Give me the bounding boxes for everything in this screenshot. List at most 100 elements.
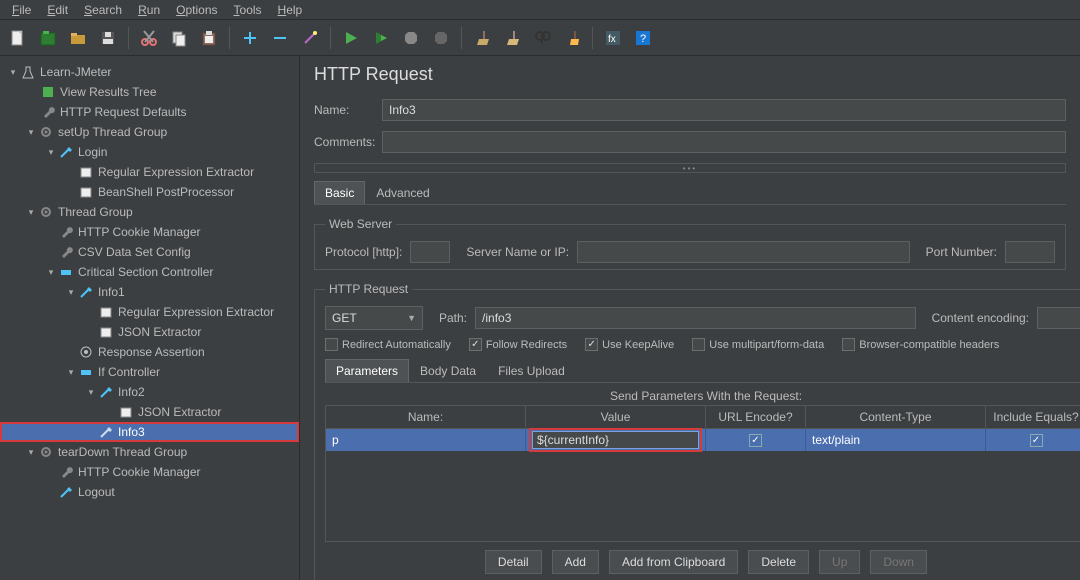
menu-options[interactable]: Options (168, 1, 225, 19)
cell-value[interactable] (526, 429, 706, 451)
server-field[interactable] (577, 241, 910, 263)
name-field[interactable] (382, 99, 1066, 121)
th-value[interactable]: Value (526, 406, 706, 428)
extractor-icon (78, 164, 94, 180)
method-select[interactable]: GET▼ (325, 306, 423, 330)
chk-keepalive[interactable]: Use KeepAlive (585, 338, 674, 351)
tree-csv-config[interactable]: CSV Data Set Config (0, 242, 299, 262)
tree-json-extractor-1[interactable]: JSON Extractor (0, 322, 299, 342)
tree-json-extractor-2[interactable]: JSON Extractor (0, 402, 299, 422)
gear-icon (38, 444, 54, 460)
tab-advanced[interactable]: Advanced (365, 181, 440, 204)
comments-field[interactable] (382, 131, 1066, 153)
add-button[interactable]: Add (552, 550, 599, 574)
cell-content-type[interactable]: text/plain (806, 429, 986, 451)
th-content-type[interactable]: Content-Type (806, 406, 986, 428)
brush-icon[interactable] (560, 26, 584, 50)
delete-button[interactable]: Delete (748, 550, 809, 574)
help-icon[interactable]: ? (631, 26, 655, 50)
tab-parameters[interactable]: Parameters (325, 359, 409, 382)
tree-setup-group[interactable]: ▾setUp Thread Group (0, 122, 299, 142)
chk-redirect-auto[interactable]: Redirect Automatically (325, 338, 451, 351)
th-name[interactable]: Name: (326, 406, 526, 428)
cell-include-equals[interactable] (986, 429, 1080, 451)
menu-file[interactable]: File (4, 1, 39, 19)
th-url-encode[interactable]: URL Encode? (706, 406, 806, 428)
play-icon[interactable] (339, 26, 363, 50)
encoding-field[interactable] (1037, 307, 1080, 329)
tree-if-controller[interactable]: ▾If Controller (0, 362, 299, 382)
tree-info2[interactable]: ▾Info2 (0, 382, 299, 402)
cell-url-encode[interactable] (706, 429, 806, 451)
tree-root[interactable]: ▾Learn-JMeter (0, 62, 299, 82)
port-field[interactable] (1005, 241, 1055, 263)
up-button[interactable]: Up (819, 550, 860, 574)
menu-help[interactable]: Help (270, 1, 311, 19)
tree-http-defaults[interactable]: HTTP Request Defaults (0, 102, 299, 122)
wand-icon[interactable] (298, 26, 322, 50)
tree-teardown-group[interactable]: ▾tearDown Thread Group (0, 442, 299, 462)
menubar: File Edit Search Run Options Tools Help (0, 0, 1080, 20)
tree-cookie-mgr-1[interactable]: HTTP Cookie Manager (0, 222, 299, 242)
plus-icon[interactable] (238, 26, 262, 50)
cell-name[interactable]: p (326, 429, 526, 451)
tab-files-upload[interactable]: Files Upload (487, 359, 576, 382)
path-field[interactable] (475, 307, 916, 329)
copy-icon[interactable] (167, 26, 191, 50)
port-label: Port Number: (926, 245, 997, 259)
play-noTimers-icon[interactable] (369, 26, 393, 50)
checkbox-icon (842, 338, 855, 351)
tree-view-results[interactable]: View Results Tree (0, 82, 299, 102)
sampler-icon (98, 424, 114, 440)
tab-basic[interactable]: Basic (314, 181, 365, 204)
tree-beanshell[interactable]: BeanShell PostProcessor (0, 182, 299, 202)
chk-follow-redirects[interactable]: Follow Redirects (469, 338, 567, 351)
tree-regex-extractor-1[interactable]: Regular Expression Extractor (0, 162, 299, 182)
save-icon[interactable] (96, 26, 120, 50)
collapse-handle[interactable]: ••• (314, 163, 1066, 173)
add-from-clipboard-button[interactable]: Add from Clipboard (609, 550, 738, 574)
shutdown-icon[interactable] (429, 26, 453, 50)
cut-icon[interactable] (137, 26, 161, 50)
cell-value-input[interactable] (532, 431, 699, 449)
broom2-icon[interactable] (500, 26, 524, 50)
tab-body-data[interactable]: Body Data (409, 359, 487, 382)
paste-icon[interactable] (197, 26, 221, 50)
tree-info1[interactable]: ▾Info1 (0, 282, 299, 302)
tree-cookie-mgr-2[interactable]: HTTP Cookie Manager (0, 462, 299, 482)
new-icon[interactable] (6, 26, 30, 50)
menu-tools[interactable]: Tools (226, 1, 270, 19)
assert-icon (78, 344, 94, 360)
tree-info3[interactable]: Info3 (0, 422, 299, 442)
tree-response-assert[interactable]: Response Assertion (0, 342, 299, 362)
detail-button[interactable]: Detail (485, 550, 542, 574)
menu-edit[interactable]: Edit (39, 1, 76, 19)
menu-search[interactable]: Search (76, 1, 130, 19)
tree-regex-extractor-2[interactable]: Regular Expression Extractor (0, 302, 299, 322)
tree-login[interactable]: ▾Login (0, 142, 299, 162)
function-icon[interactable]: fx (601, 26, 625, 50)
extractor-icon (118, 404, 134, 420)
broom-icon[interactable] (470, 26, 494, 50)
search-icon[interactable] (530, 26, 554, 50)
svg-text:?: ? (640, 33, 646, 45)
protocol-field[interactable] (410, 241, 450, 263)
content-panel: HTTP Request Name: Comments: ••• Basic A… (300, 56, 1080, 580)
menu-run[interactable]: Run (130, 1, 168, 19)
table-empty-area[interactable] (326, 451, 1080, 541)
test-plan-tree[interactable]: ▾Learn-JMeter View Results Tree HTTP Req… (0, 56, 300, 580)
th-include-equals[interactable]: Include Equals? (986, 406, 1080, 428)
chk-browser-compat[interactable]: Browser-compatible headers (842, 338, 999, 351)
open-icon[interactable] (66, 26, 90, 50)
table-row[interactable]: p text/plain (326, 429, 1080, 451)
tree-thread-group[interactable]: ▾Thread Group (0, 202, 299, 222)
minus-icon[interactable] (268, 26, 292, 50)
chk-multipart[interactable]: Use multipart/form-data (692, 338, 824, 351)
stop-icon[interactable] (399, 26, 423, 50)
tree-logout[interactable]: Logout (0, 482, 299, 502)
down-button[interactable]: Down (870, 550, 927, 574)
tree-critical-section[interactable]: ▾Critical Section Controller (0, 262, 299, 282)
httprequest-fieldset: HTTP Request GET▼ Path: Content encoding… (314, 282, 1080, 580)
panel-title: HTTP Request (314, 64, 1066, 85)
templates-icon[interactable] (36, 26, 60, 50)
